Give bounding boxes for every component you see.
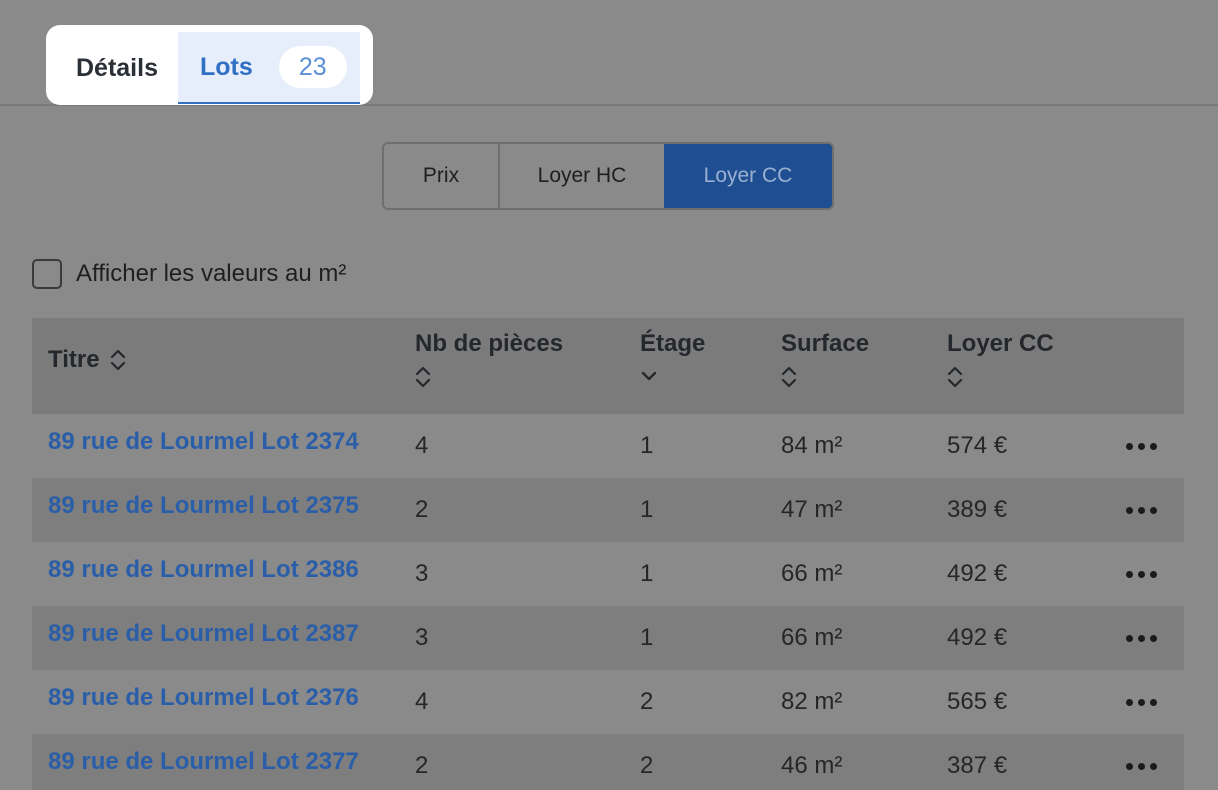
table-header: Titre Nb de pièces Étage Surface Loyer C… [32,318,1184,414]
chevron-down-icon[interactable] [640,364,705,390]
per-m2-option: Afficher les valeurs au m² [32,259,346,289]
lot-title-link[interactable]: 89 rue de Lourmel Lot 2377 [48,730,359,790]
lot-pieces: 3 [415,560,429,587]
lot-title-link[interactable]: 89 rue de Lourmel Lot 2376 [48,666,359,730]
table-row: 89 rue de Lourmel Lot 2377 2 2 46 m² 387… [32,734,1184,790]
header-loyer-label: Loyer CC [947,330,1054,357]
lot-title-link[interactable]: 89 rue de Lourmel Lot 2375 [48,474,359,538]
header-surface[interactable]: Surface [781,330,869,390]
lot-title-link[interactable]: 89 rue de Lourmel Lot 2374 [48,410,359,474]
lot-pieces: 3 [415,624,429,651]
more-horizontal-icon[interactable] [1126,542,1157,606]
header-surface-label: Surface [781,330,870,357]
tab-details-label: Détails [76,53,158,82]
more-horizontal-icon[interactable] [1126,606,1157,670]
header-titre[interactable]: Titre [48,346,126,374]
lot-etage: 1 [640,432,654,459]
lot-loyer: 492 € [947,560,1008,587]
lot-surface: 46 m² [781,752,843,779]
lots-page: Détails Lots 23 Prix Loyer HC Loyer CC A… [0,0,1218,790]
more-horizontal-icon[interactable] [1126,734,1157,790]
table-row: 89 rue de Lourmel Lot 2374 4 1 84 m² 574… [32,414,1184,478]
tab-lots[interactable]: Lots 23 [178,32,360,104]
lot-surface: 66 m² [781,624,843,651]
more-horizontal-icon[interactable] [1126,670,1157,734]
lot-title-link[interactable]: 89 rue de Lourmel Lot 2386 [48,538,359,602]
segment-prix[interactable]: Prix [384,144,498,208]
sort-updown-icon[interactable] [110,347,126,373]
lot-etage: 2 [640,752,654,779]
tab-lots-label: Lots [200,52,253,81]
sort-updown-icon[interactable] [781,364,869,390]
lot-etage: 1 [640,560,654,587]
lot-loyer: 389 € [947,496,1008,523]
sort-updown-icon[interactable] [415,364,563,390]
lots-table: Titre Nb de pièces Étage Surface Loyer C… [32,318,1184,790]
lot-pieces: 4 [415,432,429,459]
lot-surface: 84 m² [781,432,843,459]
table-row: 89 rue de Lourmel Lot 2387 3 1 66 m² 492… [32,606,1184,670]
lot-surface: 82 m² [781,688,843,715]
more-horizontal-icon[interactable] [1126,478,1157,542]
lot-etage: 1 [640,496,654,523]
lots-count-badge: 23 [278,46,347,88]
header-etage-label: Étage [640,330,706,357]
per-m2-checkbox[interactable] [32,259,62,289]
header-titre-label: Titre [48,346,100,373]
lot-title-link[interactable]: 89 rue de Lourmel Lot 2387 [48,602,359,666]
table-row: 89 rue de Lourmel Lot 2386 3 1 66 m² 492… [32,542,1184,606]
lot-etage: 1 [640,624,654,651]
lot-pieces: 2 [415,752,429,779]
lot-surface: 47 m² [781,496,843,523]
per-m2-label[interactable]: Afficher les valeurs au m² [76,260,346,288]
lot-pieces: 2 [415,496,429,523]
price-mode-switch: Prix Loyer HC Loyer CC [382,142,834,210]
header-etage[interactable]: Étage [640,330,705,390]
lot-loyer: 565 € [947,688,1008,715]
more-horizontal-icon[interactable] [1126,414,1157,478]
table-row: 89 rue de Lourmel Lot 2376 4 2 82 m² 565… [32,670,1184,734]
tab-details[interactable]: Détails [58,32,176,104]
header-pieces-label: Nb de pièces [415,330,564,357]
sort-updown-icon[interactable] [947,364,1054,390]
lot-loyer: 387 € [947,752,1008,779]
lot-surface: 66 m² [781,560,843,587]
lot-etage: 2 [640,688,654,715]
lot-loyer: 492 € [947,624,1008,651]
header-loyer[interactable]: Loyer CC [947,330,1054,390]
lot-pieces: 4 [415,688,429,715]
segment-loyer-cc[interactable]: Loyer CC [664,144,832,208]
segment-loyer-hc[interactable]: Loyer HC [498,144,664,208]
table-row: 89 rue de Lourmel Lot 2375 2 1 47 m² 389… [32,478,1184,542]
lot-loyer: 574 € [947,432,1008,459]
header-pieces[interactable]: Nb de pièces [415,330,563,390]
